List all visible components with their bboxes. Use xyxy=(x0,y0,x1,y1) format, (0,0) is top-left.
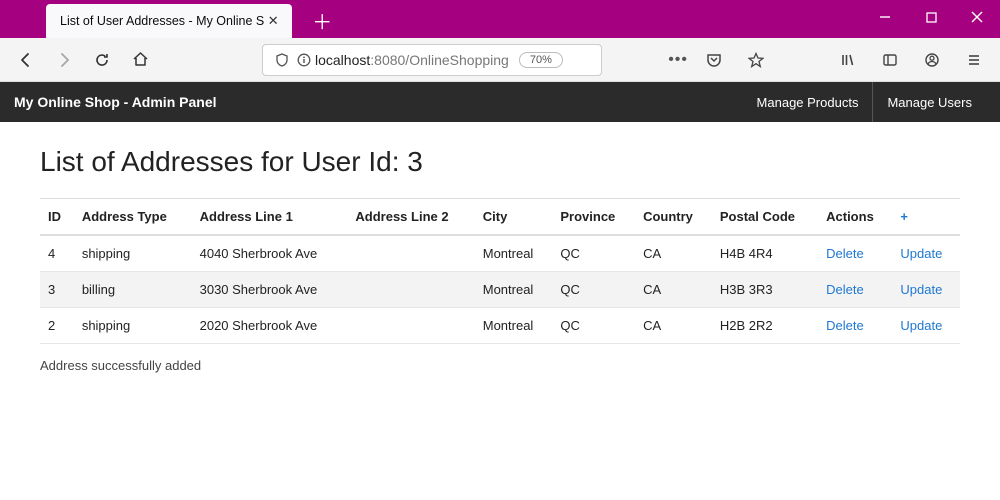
table-header-row: ID Address Type Address Line 1 Address L… xyxy=(40,199,960,236)
maximize-button[interactable] xyxy=(908,0,954,34)
cell-line2 xyxy=(347,235,474,272)
cell-country: CA xyxy=(635,308,712,344)
nav-manage-products[interactable]: Manage Products xyxy=(743,82,873,122)
cell-city: Montreal xyxy=(475,272,553,308)
app-nav: Manage Products Manage Users xyxy=(743,82,986,122)
cell-type: shipping xyxy=(74,235,192,272)
page-title: List of Addresses for User Id: 3 xyxy=(40,146,960,178)
close-window-button[interactable] xyxy=(954,0,1000,34)
th-province: Province xyxy=(552,199,635,236)
back-button[interactable] xyxy=(10,44,42,76)
browser-tab[interactable]: List of User Addresses - My Online S ✕ xyxy=(46,4,292,38)
zoom-badge[interactable]: 70% xyxy=(519,52,563,68)
info-icon[interactable] xyxy=(293,53,315,67)
home-button[interactable] xyxy=(124,44,156,76)
sidebar-icon[interactable] xyxy=(874,44,906,76)
cell-province: QC xyxy=(552,235,635,272)
cell-line1: 2020 Sherbrook Ave xyxy=(192,308,348,344)
address-bar[interactable]: localhost:8080/OnlineShopping 70% xyxy=(262,44,602,76)
tab-title: List of User Addresses - My Online S xyxy=(60,14,264,28)
cell-province: QC xyxy=(552,272,635,308)
url-text: localhost:8080/OnlineShopping xyxy=(315,52,509,68)
cell-id: 4 xyxy=(40,235,74,272)
new-tab-button[interactable]: ＋ xyxy=(308,6,336,34)
app-title: My Online Shop - Admin Panel xyxy=(14,94,217,110)
cell-country: CA xyxy=(635,272,712,308)
update-link[interactable]: Update xyxy=(900,246,942,261)
delete-link[interactable]: Delete xyxy=(826,282,864,297)
address-table: ID Address Type Address Line 1 Address L… xyxy=(40,198,960,344)
th-city: City xyxy=(475,199,553,236)
url-host: localhost xyxy=(315,52,370,68)
browser-toolbar: localhost:8080/OnlineShopping 70% ••• xyxy=(0,38,1000,82)
menu-icon[interactable] xyxy=(958,44,990,76)
cell-postal: H4B 4R4 xyxy=(712,235,818,272)
cell-city: Montreal xyxy=(475,308,553,344)
forward-button[interactable] xyxy=(48,44,80,76)
cell-line1: 3030 Sherbrook Ave xyxy=(192,272,348,308)
th-country: Country xyxy=(635,199,712,236)
table-row: 4 shipping 4040 Sherbrook Ave Montreal Q… xyxy=(40,235,960,272)
app-header: My Online Shop - Admin Panel Manage Prod… xyxy=(0,82,1000,122)
table-row: 3 billing 3030 Sherbrook Ave Montreal QC… xyxy=(40,272,960,308)
cell-country: CA xyxy=(635,235,712,272)
cell-type: shipping xyxy=(74,308,192,344)
url-rest: :8080/OnlineShopping xyxy=(370,52,509,68)
library-icon[interactable] xyxy=(832,44,864,76)
window-controls xyxy=(862,0,1000,34)
cell-province: QC xyxy=(552,308,635,344)
reload-button[interactable] xyxy=(86,44,118,76)
th-line2: Address Line 2 xyxy=(347,199,474,236)
update-link[interactable]: Update xyxy=(900,318,942,333)
page-actions-icon[interactable]: ••• xyxy=(668,51,688,69)
th-line1: Address Line 1 xyxy=(192,199,348,236)
cell-line1: 4040 Sherbrook Ave xyxy=(192,235,348,272)
status-message: Address successfully added xyxy=(40,358,960,373)
th-actions: Actions xyxy=(818,199,892,236)
cell-type: billing xyxy=(74,272,192,308)
cell-postal: H3B 3R3 xyxy=(712,272,818,308)
cell-id: 2 xyxy=(40,308,74,344)
delete-link[interactable]: Delete xyxy=(826,246,864,261)
add-address-button[interactable]: + xyxy=(892,199,960,236)
table-row: 2 shipping 2020 Sherbrook Ave Montreal Q… xyxy=(40,308,960,344)
cell-city: Montreal xyxy=(475,235,553,272)
update-link[interactable]: Update xyxy=(900,282,942,297)
window-titlebar: List of User Addresses - My Online S ✕ ＋ xyxy=(0,0,1000,38)
pocket-icon[interactable] xyxy=(698,44,730,76)
close-tab-icon[interactable]: ✕ xyxy=(264,12,282,30)
th-postal: Postal Code xyxy=(712,199,818,236)
account-icon[interactable] xyxy=(916,44,948,76)
bookmark-star-icon[interactable] xyxy=(740,44,772,76)
delete-link[interactable]: Delete xyxy=(826,318,864,333)
minimize-button[interactable] xyxy=(862,0,908,34)
th-type: Address Type xyxy=(74,199,192,236)
th-id: ID xyxy=(40,199,74,236)
shield-icon xyxy=(271,53,293,67)
nav-manage-users[interactable]: Manage Users xyxy=(872,82,986,122)
cell-line2 xyxy=(347,308,474,344)
cell-line2 xyxy=(347,272,474,308)
cell-postal: H2B 2R2 xyxy=(712,308,818,344)
cell-id: 3 xyxy=(40,272,74,308)
page-content: List of Addresses for User Id: 3 ID Addr… xyxy=(0,122,1000,397)
